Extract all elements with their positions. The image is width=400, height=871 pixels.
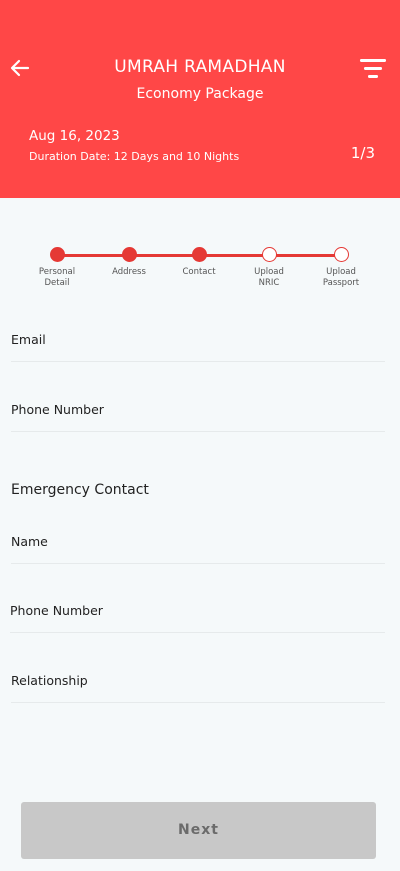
step-upload-nric: Upload NRIC bbox=[241, 247, 297, 289]
emergency-name-field[interactable]: Name bbox=[11, 534, 385, 564]
relationship-field[interactable]: Relationship bbox=[11, 673, 385, 703]
emergency-phone-label: Phone Number bbox=[10, 603, 103, 618]
progress-stepper: Personal Detail Address Contact Upload N… bbox=[0, 240, 400, 300]
phone-number-field[interactable]: Phone Number bbox=[11, 402, 385, 432]
step-dot bbox=[333, 247, 349, 262]
step-personal-detail: Personal Detail bbox=[29, 247, 85, 289]
step-dot bbox=[261, 247, 277, 262]
relationship-label: Relationship bbox=[11, 673, 88, 688]
step-dot bbox=[191, 247, 207, 262]
next-button[interactable]: Next bbox=[21, 802, 376, 859]
page-counter: 1/3 bbox=[350, 144, 375, 162]
emergency-contact-title: Emergency Contact bbox=[11, 482, 149, 498]
package-subtitle: Economy Package bbox=[136, 86, 264, 102]
step-dot bbox=[121, 247, 137, 262]
filter-icon bbox=[360, 59, 386, 78]
step-address: Address bbox=[101, 247, 157, 278]
email-label: Email bbox=[11, 332, 46, 347]
step-contact: Contact bbox=[171, 247, 227, 278]
step-label: Address bbox=[112, 267, 146, 277]
step-upload-passport: Upload Passport bbox=[313, 247, 369, 289]
emergency-name-label: Name bbox=[11, 534, 48, 549]
step-dot bbox=[49, 247, 65, 262]
filter-button[interactable] bbox=[358, 56, 388, 80]
page-title: UMRAH RAMADHAN bbox=[114, 57, 286, 77]
step-label: Upload Passport bbox=[322, 267, 360, 288]
emergency-phone-field[interactable]: Phone Number bbox=[10, 603, 385, 633]
trip-duration: Duration Date: 12 Days and 10 Nights bbox=[29, 150, 240, 163]
email-field[interactable]: Email bbox=[11, 332, 385, 362]
step-label: Personal Detail bbox=[38, 267, 76, 288]
trip-date: Aug 16, 2023 bbox=[29, 128, 120, 144]
app-header: UMRAH RAMADHAN Economy Package Aug 16, 2… bbox=[0, 0, 400, 198]
step-label: Upload NRIC bbox=[254, 267, 284, 288]
step-label: Contact bbox=[182, 267, 216, 277]
phone-number-label: Phone Number bbox=[11, 402, 104, 417]
